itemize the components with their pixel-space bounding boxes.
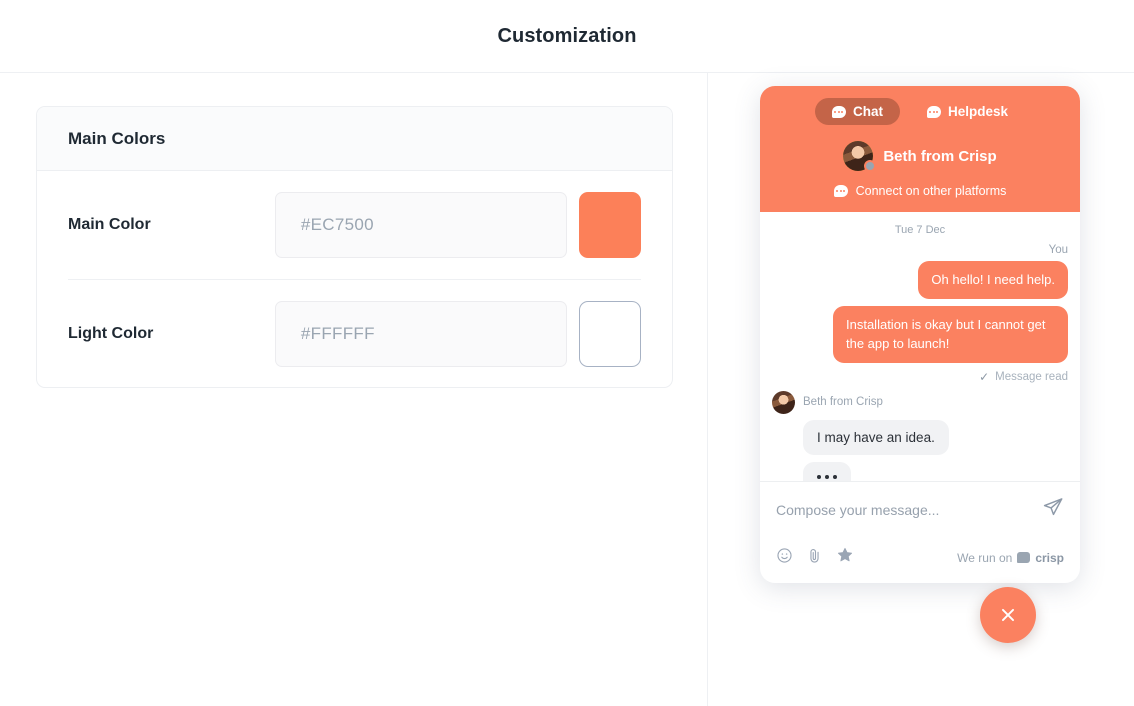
page-title: Customization: [497, 24, 637, 47]
incoming-author-row: Beth from Crisp: [772, 390, 1068, 414]
close-widget-button[interactable]: [980, 587, 1036, 643]
message-input[interactable]: Compose your message...: [776, 502, 939, 518]
card-body: Main Color #EC7500 Light Color #FFFFFF: [37, 171, 672, 387]
avatar-small: [772, 390, 795, 414]
typing-dot: [817, 474, 821, 479]
message-bubble-incoming: I may have an idea.: [803, 419, 949, 455]
light-color-swatch-wrap: [579, 300, 641, 367]
helpdesk-bubble-icon: [926, 105, 941, 118]
check-icon: ✓: [979, 369, 990, 384]
connect-platforms-link[interactable]: Connect on other platforms: [760, 184, 1080, 198]
main-color-input[interactable]: #EC7500: [274, 192, 567, 258]
incoming-author-name: Beth from Crisp: [803, 396, 883, 408]
composer-tools: We run on crisp: [776, 546, 1064, 569]
tab-helpdesk-label: Helpdesk: [947, 104, 1009, 119]
typing-indicator: [803, 461, 851, 481]
emoji-icon[interactable]: [776, 547, 793, 569]
preview-pane: Chat Helpdesk Beth from Crisp Connect on…: [708, 73, 1134, 706]
message-bubble-outgoing: Installation is okay but I cannot get th…: [833, 305, 1068, 363]
message-row-incoming: I may have an idea.: [803, 419, 1068, 455]
chat-bubble-icon: [831, 105, 846, 118]
window-header: Customization: [0, 0, 1134, 73]
agent-row: Beth from Crisp: [760, 141, 1080, 172]
settings-pane: Main Colors Main Color #EC7500 Light Col…: [0, 73, 707, 706]
typing-dot: [825, 474, 829, 479]
customization-window: Customization Main Colors Main Color #EC…: [0, 0, 1134, 706]
close-icon: [1001, 608, 1015, 622]
main-color-label: Main Color: [68, 216, 151, 233]
chat-widget: Chat Helpdesk Beth from Crisp Connect on…: [760, 86, 1080, 583]
tab-chat[interactable]: Chat: [814, 98, 900, 125]
tab-chat-label: Chat: [852, 104, 883, 119]
light-color-input[interactable]: #FFFFFF: [274, 300, 567, 367]
branding-prefix: We run on: [957, 550, 1013, 565]
tab-helpdesk[interactable]: Helpdesk: [910, 98, 1025, 125]
attachment-icon[interactable]: [806, 547, 823, 569]
send-icon[interactable]: [1042, 496, 1064, 523]
main-color-row: Main Color #EC7500: [68, 171, 641, 279]
composer-tool-group: [776, 546, 854, 569]
widget-tabs: Chat Helpdesk: [760, 98, 1080, 125]
message-list[interactable]: Tue 7 Dec You Oh hello! I need help. Ins…: [760, 212, 1080, 481]
card-title: Main Colors: [68, 128, 166, 148]
widget-header: Chat Helpdesk Beth from Crisp Connect on…: [760, 86, 1080, 212]
message-row-outgoing: Oh hello! I need help.: [772, 261, 1068, 299]
window-body: Main Colors Main Color #EC7500 Light Col…: [0, 73, 1134, 706]
crisp-logo-icon: [1017, 552, 1031, 563]
branding-name: crisp: [1035, 550, 1064, 565]
branding[interactable]: We run on crisp: [957, 551, 1064, 565]
avatar: [843, 141, 877, 172]
message-bubble-outgoing: Oh hello! I need help.: [918, 261, 1068, 299]
read-receipt-label: Message read: [995, 370, 1068, 383]
main-color-swatch[interactable]: [579, 192, 641, 258]
read-receipt: ✓ Message read: [772, 370, 1068, 384]
light-color-swatch[interactable]: [579, 300, 641, 367]
agent-name: Beth from Crisp: [883, 147, 997, 165]
composer: Compose your message... We run on crisp: [760, 481, 1080, 583]
date-separator: Tue 7 Dec: [894, 224, 946, 236]
connect-platforms-label: Connect on other platforms: [855, 184, 1007, 198]
sender-label-you: You: [1048, 244, 1068, 256]
typing-indicator-row: [803, 461, 1068, 481]
avatar-status-badge: [864, 160, 877, 172]
typing-dot: [833, 474, 837, 479]
star-icon[interactable]: [836, 546, 854, 569]
card-header: Main Colors: [37, 107, 672, 171]
main-colors-card: Main Colors Main Color #EC7500 Light Col…: [36, 106, 673, 388]
main-color-swatch-wrap: [579, 192, 641, 258]
message-row-outgoing: Installation is okay but I cannot get th…: [772, 305, 1068, 363]
light-color-row: Light Color #FFFFFF: [68, 279, 641, 387]
compose-line: Compose your message...: [776, 496, 1064, 523]
light-color-label: Light Color: [68, 324, 154, 342]
connect-bubble-icon: [833, 185, 848, 197]
